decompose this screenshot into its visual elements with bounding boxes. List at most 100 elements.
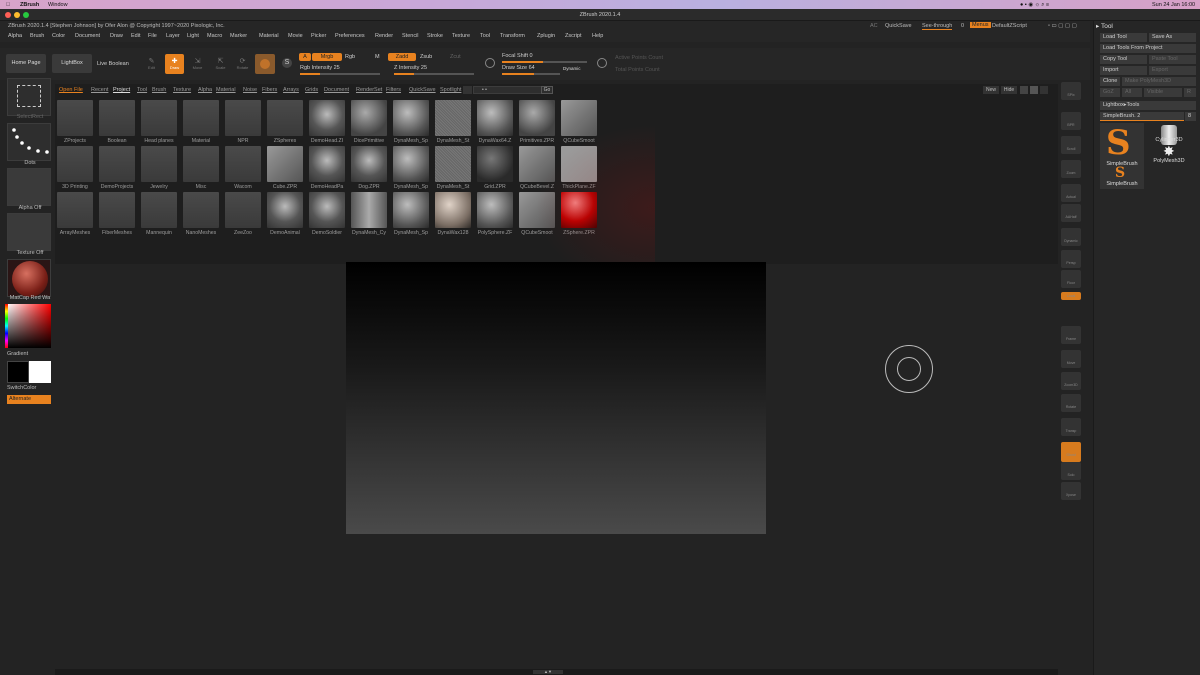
bottom-tray-toggle-icon[interactable]: ▲▼ [533, 670, 563, 674]
window-controls-icon[interactable]: ▫ ▭ ▢ ▢ ▢ [1048, 23, 1077, 29]
zadd-button[interactable]: Zadd [388, 53, 416, 61]
clone-button[interactable]: Clone [1100, 77, 1120, 86]
menu-stencil[interactable]: Stencil [402, 33, 419, 39]
polymesh3d-tool-thumb[interactable]: ✸ PolyMesh3D [1147, 143, 1191, 167]
list-view-icon[interactable] [1020, 86, 1028, 94]
tab-filters[interactable]: Filters [386, 87, 401, 93]
visible-button[interactable]: Visible [1144, 88, 1182, 97]
select-rect-thumb[interactable] [7, 78, 51, 116]
menu-draw[interactable]: Draw [110, 33, 123, 39]
menu-alpha[interactable]: Alpha [8, 33, 22, 39]
tab-alpha[interactable]: Alpha [198, 87, 212, 93]
draw-size-slider[interactable] [502, 73, 560, 75]
hue-strip[interactable] [5, 304, 8, 348]
export-button[interactable]: Export [1149, 66, 1196, 75]
menu-preferences[interactable]: Preferences [335, 33, 365, 39]
menu-brush[interactable]: Brush [30, 33, 44, 39]
default-zscript-button[interactable]: DefaultZScript [992, 23, 1027, 29]
shelf-xpose-button[interactable]: Xpose [1061, 482, 1081, 500]
tab-noise[interactable]: Noise [243, 87, 257, 93]
lightbox-tile[interactable] [393, 146, 429, 182]
lightbox-tools-button[interactable]: Lightbox▸Tools [1100, 101, 1196, 110]
tab-tool[interactable]: Tool [137, 87, 147, 93]
status-icons[interactable]: ● ▪ ◉ ☼ ⌕ ≡ [1020, 2, 1049, 9]
lightbox-tile[interactable] [351, 192, 387, 228]
tab-brush[interactable]: Brush [152, 87, 166, 93]
menu-zscript[interactable]: Zscript [565, 33, 582, 39]
lightbox-tile[interactable] [519, 192, 555, 228]
import-button[interactable]: Import [1100, 66, 1147, 75]
menu-movie[interactable]: Movie [288, 33, 303, 39]
shelf-frame-button[interactable]: Frame [1061, 326, 1081, 344]
lazy-mouse-icon[interactable] [485, 58, 495, 68]
tab-grids[interactable]: Grids [305, 87, 318, 93]
zsub-button[interactable]: Zsub [420, 54, 432, 60]
m-button[interactable]: M [375, 54, 380, 60]
snap-icon[interactable] [597, 58, 607, 68]
macos-window-menu[interactable]: Window [48, 2, 68, 8]
main-color-swatch[interactable] [29, 361, 51, 383]
live-boolean-button[interactable]: Live Boolean [97, 61, 129, 67]
tab-renderset[interactable]: RenderSet [356, 87, 382, 93]
menu-light[interactable]: Light [187, 33, 199, 39]
alternate-button[interactable]: Alternate [7, 395, 51, 404]
lightbox-tile[interactable] [267, 100, 303, 136]
shelf-spix-button[interactable]: SPix [1061, 82, 1081, 100]
lightbox-tile[interactable] [561, 146, 597, 182]
lightbox-tile[interactable] [477, 192, 513, 228]
menu-tool[interactable]: Tool [480, 33, 490, 39]
shelf-zoom-button[interactable]: Zoom [1061, 160, 1081, 178]
tab-material[interactable]: Material [216, 87, 236, 93]
lightbox-tile[interactable] [435, 146, 471, 182]
zcut-button[interactable]: Zcut [450, 54, 461, 60]
lightbox-tile[interactable] [477, 146, 513, 182]
new-button[interactable]: New [983, 86, 999, 94]
lightbox-tile[interactable] [561, 192, 597, 228]
load-tool-button[interactable]: Load Tool [1100, 33, 1147, 42]
tab-open-file[interactable]: Open File [59, 87, 83, 93]
lightbox-tile[interactable] [141, 146, 177, 182]
shelf-dynamic-button[interactable]: Dynamic [1061, 228, 1081, 246]
details-view-icon[interactable] [1030, 86, 1038, 94]
lightbox-tile[interactable] [183, 100, 219, 136]
lightbox-tile[interactable] [225, 146, 261, 182]
menu-color[interactable]: Color [52, 33, 65, 39]
color-swap-icon[interactable]: S [282, 58, 292, 68]
secondary-color-swatch[interactable] [7, 361, 29, 383]
load-tools-from-project-button[interactable]: Load Tools From Project [1100, 44, 1196, 53]
alpha-thumb[interactable] [7, 168, 51, 206]
menu-help[interactable]: Help [592, 33, 603, 39]
lightbox-tile[interactable] [435, 192, 471, 228]
dynamic-button[interactable]: Dynamic [563, 66, 581, 71]
rgb-intensity-slider[interactable] [300, 73, 380, 75]
focal-shift-slider[interactable] [502, 61, 587, 63]
mrgb-button[interactable]: Mrgb [312, 53, 342, 61]
shelf-aahalf-button[interactable]: AAHalf [1061, 204, 1081, 222]
menu-zplugin[interactable]: Zplugin [537, 33, 555, 39]
minimize-window-icon[interactable] [14, 12, 20, 18]
lightbox-tile[interactable] [225, 100, 261, 136]
lightbox-tile[interactable] [225, 192, 261, 228]
lightbox-tile[interactable] [183, 146, 219, 182]
go-button[interactable]: Go [541, 86, 553, 94]
lightbox-tile[interactable] [309, 100, 345, 136]
macos-clock[interactable]: Sun 24 Jan 16:00 [1152, 2, 1195, 8]
lightbox-tile[interactable] [99, 146, 135, 182]
matcap-thumb[interactable] [7, 259, 51, 297]
menu-render[interactable]: Render [375, 33, 393, 39]
macos-app-menu[interactable]: ZBrush [20, 2, 39, 8]
shelf-solo-button[interactable]: Solo [1061, 462, 1081, 480]
see-through-slider[interactable]: See-through [922, 23, 953, 30]
shelf-actual-button[interactable]: Actual [1061, 184, 1081, 202]
z-intensity-slider[interactable] [394, 73, 474, 75]
tab-recent[interactable]: Recent [91, 87, 108, 93]
lightbox-tile[interactable] [519, 100, 555, 136]
menu-macro[interactable]: Macro [207, 33, 222, 39]
menu-document[interactable]: Document [75, 33, 100, 39]
rotate-button[interactable]: ⟳ Rotate [233, 54, 252, 74]
lightbox-tile[interactable] [99, 100, 135, 136]
draw-button[interactable]: ✚ Draw [165, 54, 184, 74]
lightbox-tile[interactable] [267, 146, 303, 182]
switch-color-button[interactable]: SwitchColor [7, 385, 53, 391]
tab-document[interactable]: Document [324, 87, 349, 93]
